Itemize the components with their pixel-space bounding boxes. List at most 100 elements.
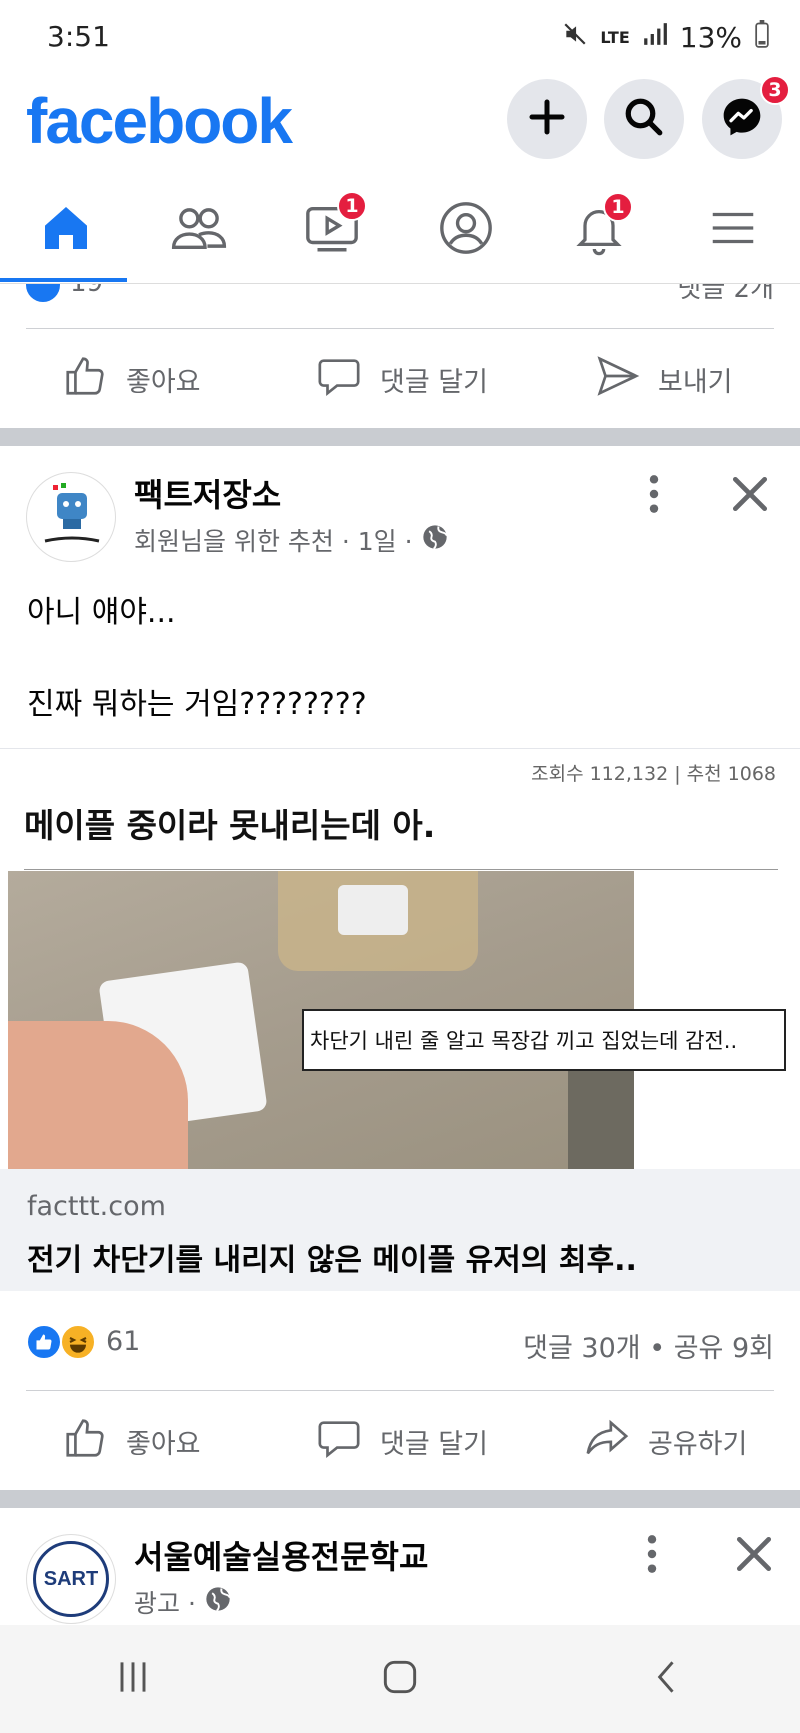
thumbs-up-icon — [62, 1415, 108, 1468]
page-name[interactable]: 팩트저장소 — [134, 470, 281, 516]
ad-label: 광고 · — [134, 1589, 196, 1618]
link-preview-image[interactable]: 조회수 112,132 | 추천 1068 메이플 중이라 못내리는데 아. 차… — [0, 749, 800, 1169]
ad-meta: 광고 · — [134, 1584, 232, 1620]
bell-icon: 1 — [571, 192, 633, 260]
divider — [24, 869, 778, 870]
back-button[interactable] — [645, 1655, 689, 1703]
share-arrow-icon — [584, 1415, 630, 1468]
link-preview-info[interactable]: facttt.com 전기 차단기를 내리지 않은 메이플 유저의 최후.. — [0, 1169, 800, 1291]
page-avatar[interactable] — [26, 472, 116, 562]
advertiser-avatar[interactable]: SART — [26, 1534, 116, 1624]
image-headline: 메이플 중이라 못내리는데 아. — [24, 806, 436, 845]
tab-friends[interactable] — [133, 176, 265, 284]
comment-button[interactable]: 댓글 달기 — [316, 1391, 488, 1491]
globe-icon — [204, 1585, 232, 1619]
messenger-button[interactable]: 3 — [702, 75, 790, 159]
like-label: 좋아요 — [126, 366, 201, 398]
advertiser-logo-text: SART — [43, 1567, 99, 1590]
advertiser-name[interactable]: 서울예술실용전문학교 — [134, 1532, 428, 1578]
messenger-badge: 3 — [760, 75, 790, 105]
create-button[interactable] — [507, 79, 587, 159]
watch-badge: 1 — [337, 191, 367, 221]
battery-level: 13% — [679, 21, 742, 54]
post-meta: 회원님을 위한 추천 · 1일 · — [134, 522, 449, 558]
wall-patch — [568, 1071, 634, 1169]
link-domain: facttt.com — [27, 1191, 166, 1222]
status-time: 3:51 — [47, 20, 110, 53]
share-button[interactable]: 공유하기 — [584, 1391, 747, 1491]
reaction-count[interactable]: 61 — [106, 1326, 140, 1357]
back-chevron-icon — [657, 1661, 674, 1693]
search-button[interactable] — [604, 79, 684, 159]
share-label: 공유하기 — [648, 1428, 748, 1460]
hamburger-menu-icon — [706, 201, 760, 259]
comment-icon — [316, 353, 362, 406]
app-bar: facebook 3 — [0, 75, 800, 176]
comment-button[interactable]: 댓글 달기 — [316, 329, 488, 429]
send-icon — [594, 353, 640, 406]
tab-menu[interactable] — [667, 176, 799, 284]
send-label: 보내기 — [658, 366, 733, 398]
close-icon — [728, 476, 772, 520]
facebook-logo[interactable]: facebook — [26, 84, 293, 158]
tab-profile[interactable] — [400, 176, 532, 284]
like-label: 좋아요 — [126, 1428, 201, 1460]
robot-logo-icon — [44, 483, 100, 543]
haha-reaction-icon — [60, 1324, 96, 1360]
feed-separator — [0, 428, 800, 446]
search-icon — [623, 96, 665, 142]
hand — [8, 1021, 188, 1169]
home-icon — [38, 200, 94, 260]
recent-apps-button[interactable] — [111, 1655, 155, 1703]
post-actions: 좋아요 댓글 달기 공유하기 — [0, 1391, 800, 1491]
profile-icon — [437, 199, 495, 261]
mute-icon — [562, 21, 588, 54]
post-text-line-1: 아니 얘야... — [27, 595, 176, 630]
signal-icon — [642, 21, 668, 54]
recent-apps-icon — [120, 1662, 146, 1692]
outlet-adapter — [338, 885, 408, 935]
plus-icon — [527, 97, 567, 141]
image-caption: 차단기 내린 줄 알고 목장갑 끼고 집었는데 감전.. — [302, 1009, 786, 1071]
thumbs-up-icon — [62, 353, 108, 406]
send-button[interactable]: 보내기 — [594, 329, 733, 429]
active-tab-indicator — [0, 278, 127, 282]
battery-icon — [754, 20, 770, 55]
more-options-button[interactable] — [640, 472, 668, 520]
tab-bar: 1 1 — [0, 176, 800, 284]
more-vertical-icon — [638, 1535, 666, 1580]
link-title: 전기 차단기를 내리지 않은 메이플 유저의 최후.. — [27, 1243, 637, 1278]
previous-post-actions: 좋아요 댓글 달기 보내기 — [0, 329, 800, 429]
tab-notifications[interactable]: 1 — [533, 176, 665, 284]
friends-icon — [170, 199, 228, 261]
more-vertical-icon — [640, 475, 668, 520]
feed-separator — [0, 1490, 800, 1508]
video-icon: 1 — [303, 191, 367, 261]
status-bar: 3:51 LTE 13% — [0, 0, 800, 76]
previous-comment-count: 댓글 2개 — [677, 284, 774, 304]
globe-icon — [421, 523, 449, 557]
previous-reaction-count: 19 — [70, 284, 103, 298]
ad-more-options-button[interactable] — [638, 1532, 666, 1580]
post-text-line-2: 진짜 뭐하는 거임???????? — [27, 687, 367, 722]
image-stats: 조회수 112,132 | 추천 1068 — [531, 763, 776, 785]
ad-hide-button[interactable] — [732, 1532, 776, 1580]
like-reaction-icon — [26, 1324, 62, 1360]
comment-label: 댓글 달기 — [380, 1428, 488, 1460]
comment-label: 댓글 달기 — [380, 366, 488, 398]
hide-post-button[interactable] — [728, 472, 772, 520]
like-button[interactable]: 좋아요 — [62, 1391, 201, 1491]
comments-shares-count[interactable]: 댓글 30개 • 공유 9회 — [523, 1326, 774, 1365]
tab-watch[interactable]: 1 — [266, 176, 398, 284]
home-system-button[interactable] — [378, 1655, 422, 1703]
home-square-icon — [383, 1660, 417, 1694]
like-button[interactable]: 좋아요 — [62, 329, 201, 429]
messenger-icon — [720, 95, 764, 143]
reaction-summary: 61 댓글 30개 • 공유 9회 — [0, 1296, 800, 1386]
previous-post-stats: 19 댓글 2개 — [0, 284, 800, 328]
notifications-badge: 1 — [603, 192, 633, 222]
post-meta-text: 회원님을 위한 추천 · 1일 · — [134, 527, 413, 556]
tab-home[interactable] — [0, 176, 132, 284]
like-reaction-icon — [26, 284, 60, 302]
system-navigation-bar — [0, 1625, 800, 1733]
